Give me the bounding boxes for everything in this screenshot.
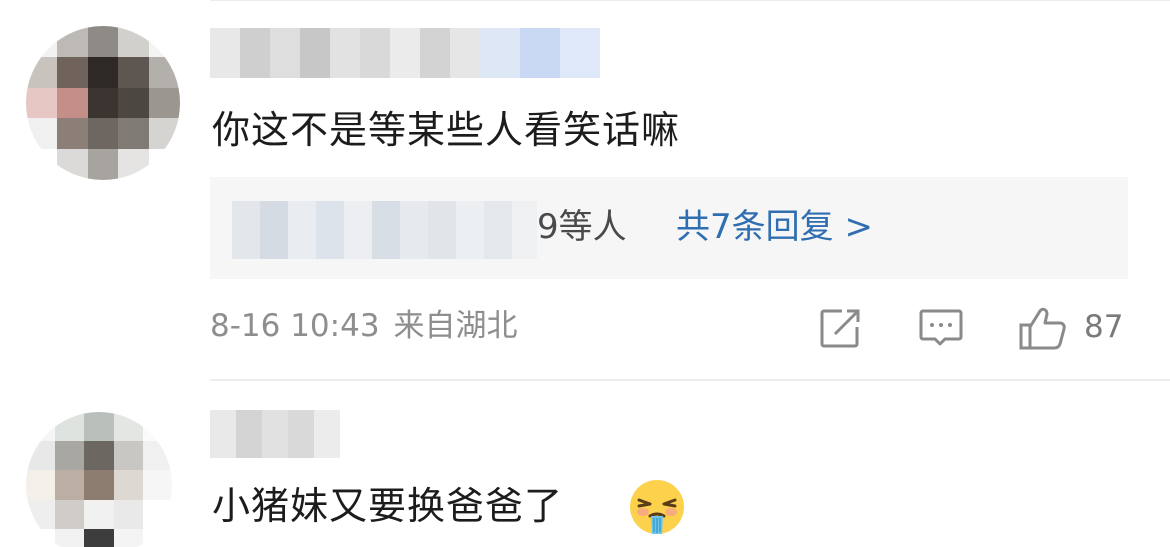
share-icon[interactable] (818, 306, 862, 350)
comment-icon[interactable] (918, 306, 964, 350)
drooling-face-emoji (630, 480, 684, 534)
view-replies-link[interactable]: 共7条回复 > (676, 210, 873, 244)
username-redacted[interactable] (210, 410, 340, 458)
reply-preview[interactable]: 9等人 共7条回复 > (210, 177, 1128, 279)
thumbs-up-icon[interactable] (1018, 306, 1068, 350)
username-redacted[interactable] (210, 28, 600, 78)
comment-meta: 8-16 10:43 来自湖北 (210, 311, 518, 342)
reply-names-suffix: 9等人 (537, 207, 627, 247)
avatar[interactable] (26, 26, 180, 180)
top-divider (210, 0, 1170, 1)
comment-divider (210, 379, 1170, 381)
comment-text: 小猪妹又要换爸爸了 (212, 484, 564, 528)
comment-text: 你这不是等某些人看笑话嘛 (212, 108, 681, 152)
comment-timestamp: 8-16 10:43 (210, 308, 380, 344)
avatar[interactable] (26, 412, 172, 547)
comment-location: 来自湖北 (393, 308, 518, 344)
reply-usernames-redacted (232, 201, 537, 259)
like-count: 87 (1084, 309, 1124, 345)
